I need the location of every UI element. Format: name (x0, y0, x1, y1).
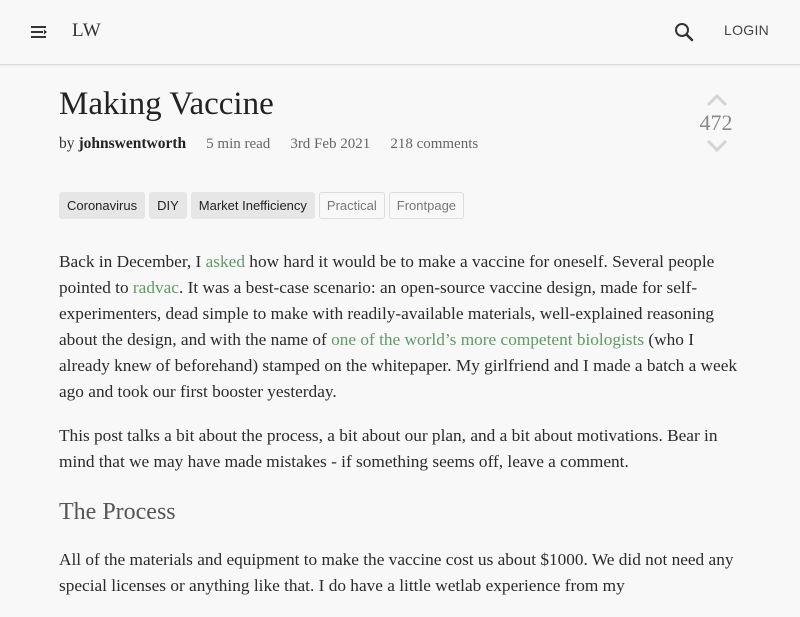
site-logo[interactable]: LW (72, 20, 101, 42)
downvote-icon[interactable] (705, 138, 729, 154)
by-label: by (59, 135, 75, 152)
login-button[interactable]: LOGIN (724, 22, 769, 38)
section-heading: The Process (59, 499, 176, 525)
tag-coronavirus[interactable]: Coronavirus (59, 192, 146, 219)
tag-frontpage[interactable]: Frontpage (388, 192, 465, 219)
top-bar: LW LOGIN (0, 0, 800, 65)
tag-list: Coronavirus DIY Market Inefficiency Prac… (59, 192, 465, 219)
menu-icon (31, 26, 47, 38)
text-run: Back in December, I (59, 252, 206, 271)
post-meta: by johnswentworth 5 min read 3rd Feb 2021 21… (59, 135, 478, 153)
upvote-icon[interactable] (705, 92, 729, 108)
link-radvac[interactable]: radvac (133, 278, 179, 297)
comments-link[interactable]: 218 comments (390, 136, 478, 152)
tag-diy[interactable]: DIY (149, 192, 187, 219)
tag-practical[interactable]: Practical (318, 192, 385, 219)
read-time: 5 min read (206, 136, 271, 152)
link-biologist[interactable]: one of the world’s more competent biolog… (331, 330, 644, 349)
vote-widget: 472 (697, 92, 737, 154)
post-date[interactable]: 3rd Feb 2021 (290, 136, 370, 152)
post-title: Making Vaccine (59, 86, 274, 122)
author-link[interactable]: johnswentworth (79, 135, 187, 152)
search-button[interactable] (672, 20, 696, 44)
paragraph-intro: Back in December, I asked how hard it wo… (59, 249, 745, 405)
search-icon (675, 23, 694, 42)
link-asked[interactable]: asked (206, 252, 245, 271)
paragraph-overview: This post talks a bit about the process,… (59, 426, 718, 471)
tag-market-inefficiency[interactable]: Market Inefficiency (190, 192, 315, 219)
paragraph-process: All of the materials and equipment to ma… (59, 550, 734, 595)
post-body: Back in December, I asked how hard it wo… (59, 249, 745, 617)
vote-score: 472 (699, 110, 733, 135)
menu-button[interactable] (28, 20, 52, 44)
